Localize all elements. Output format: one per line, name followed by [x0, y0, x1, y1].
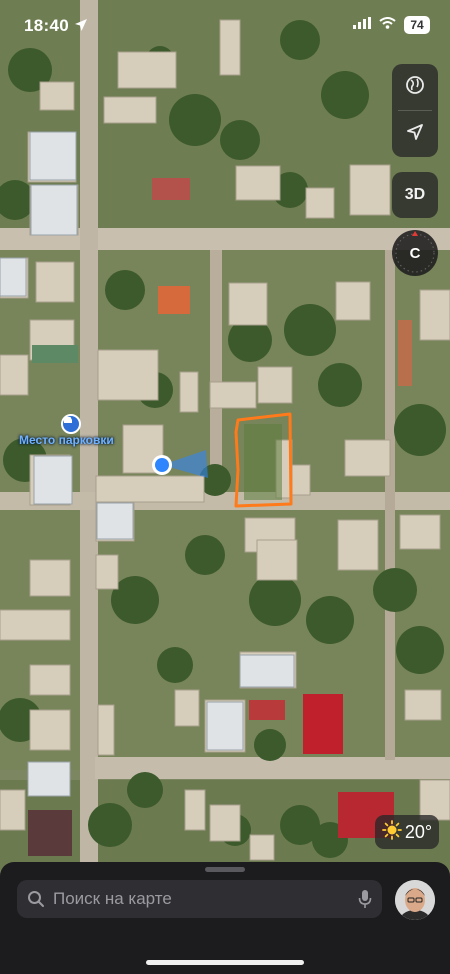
wifi-icon [379, 16, 396, 34]
microphone-icon[interactable] [358, 889, 372, 909]
map-controls [392, 64, 438, 157]
bottom-sheet[interactable]: Поиск на карте [0, 862, 450, 974]
weather-badge: 20° [375, 815, 439, 849]
car-icon[interactable] [61, 414, 81, 434]
compass-label: С [409, 244, 421, 262]
battery-level: 74 [404, 16, 430, 34]
navigation-arrow-icon [405, 122, 425, 147]
sun-icon [381, 819, 402, 845]
status-time: 18:40 [24, 16, 69, 35]
avatar[interactable] [395, 880, 435, 920]
sheet-grabber[interactable] [205, 867, 245, 872]
user-location-icon [155, 458, 169, 472]
track-location-button[interactable] [392, 111, 438, 157]
view-3d-button[interactable]: 3D [392, 172, 438, 218]
parking-poi-label[interactable]: Место парковки [19, 433, 114, 447]
search-input[interactable]: Поиск на карте [17, 880, 382, 918]
temperature-label: 20° [404, 821, 433, 842]
map-type-button[interactable] [392, 64, 438, 110]
globe-icon [405, 75, 425, 100]
search-placeholder: Поиск на карте [53, 889, 172, 908]
compass-button[interactable]: С [392, 230, 438, 276]
home-indicator [146, 960, 304, 965]
signal-bars-icon [353, 16, 371, 34]
search-icon [27, 890, 45, 908]
location-arrow-icon [74, 18, 88, 37]
status-bar: 18:40 74 [0, 0, 450, 54]
